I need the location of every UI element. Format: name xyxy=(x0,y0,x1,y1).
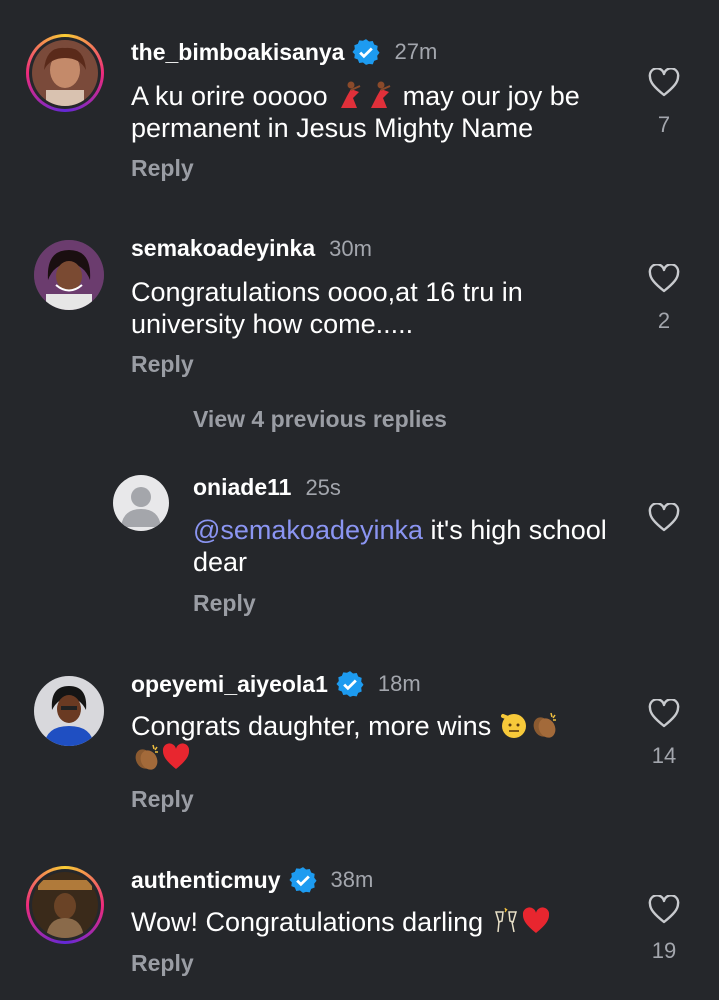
dancer-emoji xyxy=(365,80,395,110)
avatar[interactable] xyxy=(34,240,104,310)
avatar[interactable] xyxy=(26,34,104,112)
saluting-face-emoji xyxy=(499,710,529,740)
heart-outline-icon[interactable] xyxy=(648,68,680,98)
champagne-emoji xyxy=(491,906,521,936)
reply-button[interactable]: Reply xyxy=(193,590,256,617)
comment-text: Wow! Congratulations darling xyxy=(131,906,621,938)
heart-outline-icon[interactable] xyxy=(648,264,680,294)
reply-button[interactable]: Reply xyxy=(131,351,194,378)
dancer-emoji xyxy=(335,80,365,110)
heart-outline-icon[interactable] xyxy=(648,699,680,729)
view-previous-replies-button[interactable]: View 4 previous replies xyxy=(193,406,447,433)
timestamp: 25s xyxy=(305,474,341,500)
default-avatar-icon[interactable] xyxy=(113,475,169,531)
like-count: 14 xyxy=(651,743,677,768)
mention-link[interactable]: @semakoadeyinka xyxy=(193,515,423,545)
like-count: 7 xyxy=(657,112,671,137)
username[interactable]: opeyemi_aiyeola1 xyxy=(131,671,328,698)
reply-button[interactable]: Reply xyxy=(131,155,194,182)
comment-text: Congrats daughter, more wins xyxy=(131,710,621,774)
clapping-hands-emoji xyxy=(529,710,559,740)
comment-text: @semakoadeyinka it's high school dear xyxy=(193,515,607,577)
timestamp: 38m xyxy=(330,867,374,892)
timestamp: 27m xyxy=(394,39,438,64)
verified-badge-icon xyxy=(288,866,317,894)
comment-text: A ku orire ooooo may our joy be permanen… xyxy=(131,80,580,143)
avatar[interactable] xyxy=(26,866,104,944)
username[interactable]: semakoadeyinka xyxy=(131,235,315,262)
username[interactable]: authenticmuy xyxy=(131,867,281,894)
reply-button[interactable]: Reply xyxy=(131,950,194,977)
like-count: 2 xyxy=(657,308,671,333)
red-heart-emoji xyxy=(521,906,551,936)
red-heart-emoji xyxy=(161,742,191,772)
verified-badge-icon xyxy=(336,670,364,698)
avatar[interactable] xyxy=(34,676,104,746)
comment-text: Congratulations oooo,at 16 tru in univer… xyxy=(131,277,523,339)
heart-outline-icon[interactable] xyxy=(648,503,680,533)
like-count: 19 xyxy=(651,938,677,963)
timestamp: 18m xyxy=(377,671,421,696)
timestamp: 30m xyxy=(329,235,372,261)
username[interactable]: oniade11 xyxy=(193,474,291,501)
heart-outline-icon[interactable] xyxy=(648,895,680,925)
clapping-hands-emoji xyxy=(131,742,161,772)
username[interactable]: the_bimboakisanya xyxy=(131,39,344,66)
reply-button[interactable]: Reply xyxy=(131,786,194,813)
verified-badge-icon xyxy=(352,38,381,66)
